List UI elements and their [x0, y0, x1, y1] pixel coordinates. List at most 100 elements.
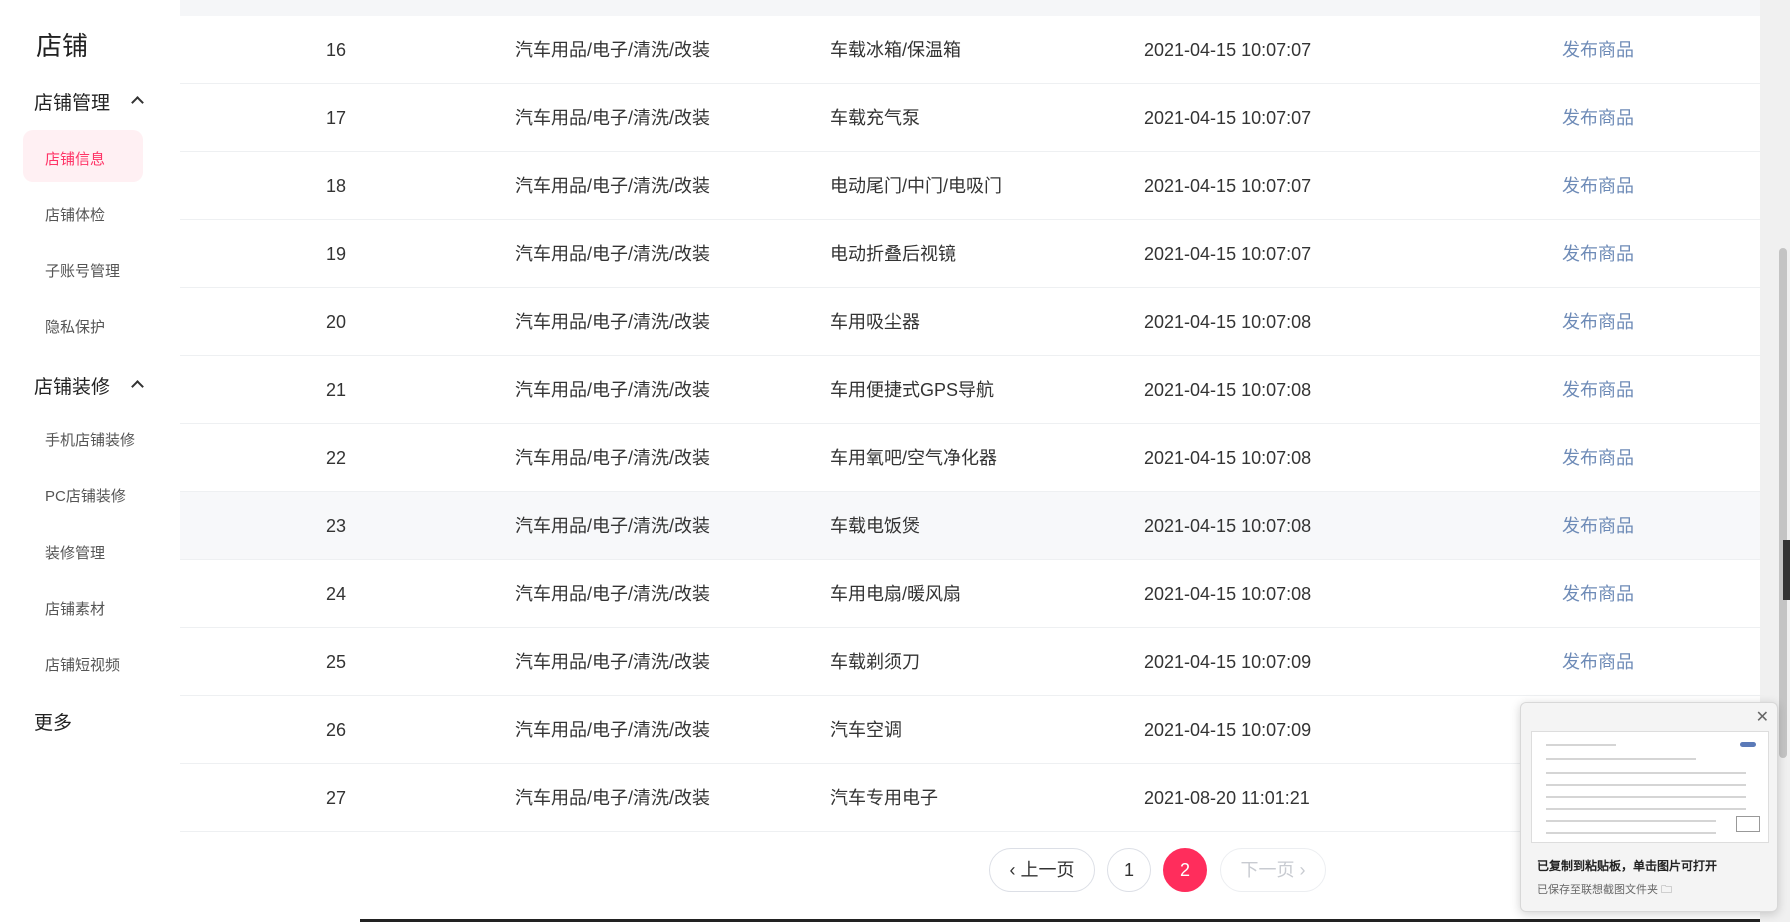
table-row: 21 汽车用品/电子/清洗/改装 车用便捷式GPS导航 2021-04-15 10:0… — [180, 356, 1760, 424]
thumbnail-button-shape — [1740, 742, 1756, 747]
sidebar: 店铺 店铺管理 店铺信息 店铺体检 子账号管理 隐私保护 店铺装修 手机店铺装修… — [0, 0, 180, 922]
row-time: 2021-04-15 10:07:08 — [1144, 448, 1312, 468]
publish-product-link[interactable]: 发布商品 — [1562, 628, 1634, 696]
row-category: 汽车用品/电子/清洗/改装 — [515, 40, 711, 60]
row-category: 汽车用品/电子/清洗/改装 — [515, 176, 711, 196]
table-row: 24 汽车用品/电子/清洗/改装 车用电扇/暖风扇 2021-04-15 10:07:… — [180, 560, 1760, 628]
screenshot-toast[interactable]: ✕ 已复制到粘贴板，单击图片可打开 已保存至联想截图文件夹 🗀 — [1520, 702, 1778, 912]
page-1-button[interactable]: 1 — [1107, 848, 1151, 892]
row-category: 汽车用品/电子/清洗/改装 — [515, 244, 711, 264]
toast-subtitle[interactable]: 已保存至联想截图文件夹 🗀 — [1537, 881, 1672, 900]
table-row: 22 汽车用品/电子/清洗/改装 车用氧吧/空气净化器 2021-04-15 10:0… — [180, 424, 1760, 492]
row-category: 汽车用品/电子/清洗/改装 — [515, 108, 711, 128]
thumbnail-line — [1546, 744, 1616, 746]
row-time: 2021-04-15 10:07:08 — [1144, 516, 1312, 536]
screenshot-thumbnail[interactable] — [1531, 731, 1769, 843]
row-subcategory: 车载充气泵 — [830, 108, 920, 128]
row-time: 2021-04-15 10:07:07 — [1144, 108, 1312, 128]
row-category: 汽车用品/电子/清洗/改装 — [515, 312, 711, 332]
toast-title: 已复制到粘贴板，单击图片可打开 — [1537, 859, 1718, 873]
row-number: 26 — [326, 720, 347, 740]
row-number: 25 — [326, 652, 347, 672]
row-subcategory: 车用吸尘器 — [830, 312, 920, 332]
page-2-button[interactable]: 2 — [1163, 848, 1207, 892]
row-time: 2021-04-15 10:07:09 — [1144, 652, 1312, 672]
background-window-edge — [1783, 540, 1790, 600]
next-page-button[interactable]: 下一页 › — [1220, 848, 1326, 892]
row-number: 16 — [326, 40, 347, 60]
sidebar-item-shop-info[interactable]: 店铺信息 — [45, 148, 105, 169]
row-subcategory: 车用电扇/暖风扇 — [830, 584, 962, 604]
thumbnail-line — [1546, 820, 1716, 822]
thumbnail-line — [1546, 832, 1716, 834]
row-subcategory: 汽车空调 — [830, 720, 902, 740]
table-row: 17 汽车用品/电子/清洗/改装 车载充气泵 2021-04-15 10:07:07 发… — [180, 84, 1760, 152]
publish-product-link[interactable]: 发布商品 — [1562, 356, 1634, 424]
row-category: 汽车用品/电子/清洗/改装 — [515, 584, 711, 604]
row-subcategory: 电动折叠后视镜 — [830, 244, 956, 264]
row-number: 19 — [326, 244, 347, 264]
row-subcategory: 电动尾门/中门/电吸门 — [830, 176, 1003, 196]
sidebar-item-shop-short-video[interactable]: 店铺短视频 — [45, 654, 120, 675]
sidebar-item-shop-materials[interactable]: 店铺素材 — [45, 598, 105, 619]
publish-product-link[interactable]: 发布商品 — [1562, 560, 1634, 628]
row-subcategory: 车用便捷式GPS导航 — [830, 380, 995, 400]
row-category: 汽车用品/电子/清洗/改装 — [515, 516, 711, 536]
row-number: 24 — [326, 584, 347, 604]
publish-product-link[interactable]: 发布商品 — [1562, 424, 1634, 492]
publish-product-link[interactable]: 发布商品 — [1562, 16, 1634, 84]
sidebar-item-mobile-decoration[interactable]: 手机店铺装修 — [45, 429, 135, 450]
prev-page-button[interactable]: ‹ 上一页 — [989, 848, 1095, 892]
row-subcategory: 汽车专用电子 — [830, 788, 938, 808]
publish-product-link[interactable]: 发布商品 — [1562, 492, 1634, 560]
thumbnail-line — [1546, 796, 1746, 798]
sidebar-item-shop-checkup[interactable]: 店铺体检 — [45, 204, 105, 225]
row-number: 21 — [326, 380, 347, 400]
table-row: 18 汽车用品/电子/清洗/改装 电动尾门/中门/电吸门 2021-04-15 10:… — [180, 152, 1760, 220]
row-number: 23 — [326, 516, 347, 536]
row-time: 2021-04-15 10:07:07 — [1144, 244, 1312, 264]
row-time: 2021-04-15 10:07:07 — [1144, 176, 1312, 196]
sidebar-group-shop-decoration[interactable]: 店铺装修 — [34, 372, 110, 399]
table-row: 23 汽车用品/电子/清洗/改装 车载电饭煲 2021-04-15 10:07:08 发… — [180, 492, 1760, 560]
table-row: 25 汽车用品/电子/清洗/改装 车载剃须刀 2021-04-15 10:07:09 发… — [180, 628, 1760, 696]
publish-product-link[interactable]: 发布商品 — [1562, 84, 1634, 152]
sidebar-item-sub-accounts[interactable]: 子账号管理 — [45, 260, 120, 281]
publish-product-link[interactable]: 发布商品 — [1562, 220, 1634, 288]
table-row: 20 汽车用品/电子/清洗/改装 车用吸尘器 2021-04-15 10:07:08 发… — [180, 288, 1760, 356]
row-subcategory: 车载冰箱/保温箱 — [830, 40, 962, 60]
row-time: 2021-04-15 10:07:07 — [1144, 40, 1312, 60]
table-header-strip — [180, 0, 1760, 16]
sidebar-more[interactable]: 更多 — [34, 708, 72, 735]
row-category: 汽车用品/电子/清洗/改装 — [515, 788, 711, 808]
row-subcategory: 车用氧吧/空气净化器 — [830, 448, 998, 468]
row-number: 22 — [326, 448, 347, 468]
row-number: 20 — [326, 312, 347, 332]
chevron-up-icon[interactable] — [131, 96, 144, 109]
row-subcategory: 车载剃须刀 — [830, 652, 920, 672]
scrollbar-thumb[interactable] — [1779, 248, 1787, 758]
thumbnail-line — [1546, 808, 1746, 810]
thumbnail-line — [1546, 784, 1746, 786]
row-subcategory: 车载电饭煲 — [830, 516, 920, 536]
sidebar-item-decoration-management[interactable]: 装修管理 — [45, 542, 105, 563]
sidebar-group-shop-management[interactable]: 店铺管理 — [34, 88, 110, 115]
close-icon[interactable]: ✕ — [1756, 707, 1769, 727]
row-time: 2021-04-15 10:07:08 — [1144, 380, 1312, 400]
publish-product-link[interactable]: 发布商品 — [1562, 288, 1634, 356]
row-number: 27 — [326, 788, 347, 808]
row-category: 汽车用品/电子/清洗/改装 — [515, 720, 711, 740]
sidebar-item-privacy[interactable]: 隐私保护 — [45, 316, 105, 337]
chevron-up-icon[interactable] — [131, 380, 144, 393]
table-row: 16 汽车用品/电子/清洗/改装 车载冰箱/保温箱 2021-04-15 10:07:… — [180, 16, 1760, 84]
row-time: 2021-04-15 10:07:08 — [1144, 584, 1312, 604]
row-number: 17 — [326, 108, 347, 128]
publish-product-link[interactable]: 发布商品 — [1562, 152, 1634, 220]
thumbnail-inset — [1736, 816, 1760, 832]
row-category: 汽车用品/电子/清洗/改装 — [515, 652, 711, 672]
row-time: 2021-08-20 11:01:21 — [1144, 788, 1310, 808]
table-row: 19 汽车用品/电子/清洗/改装 电动折叠后视镜 2021-04-15 10:07:0… — [180, 220, 1760, 288]
thumbnail-line — [1546, 758, 1696, 760]
sidebar-item-pc-decoration[interactable]: PC店铺装修 — [45, 485, 126, 506]
row-number: 18 — [326, 176, 347, 196]
